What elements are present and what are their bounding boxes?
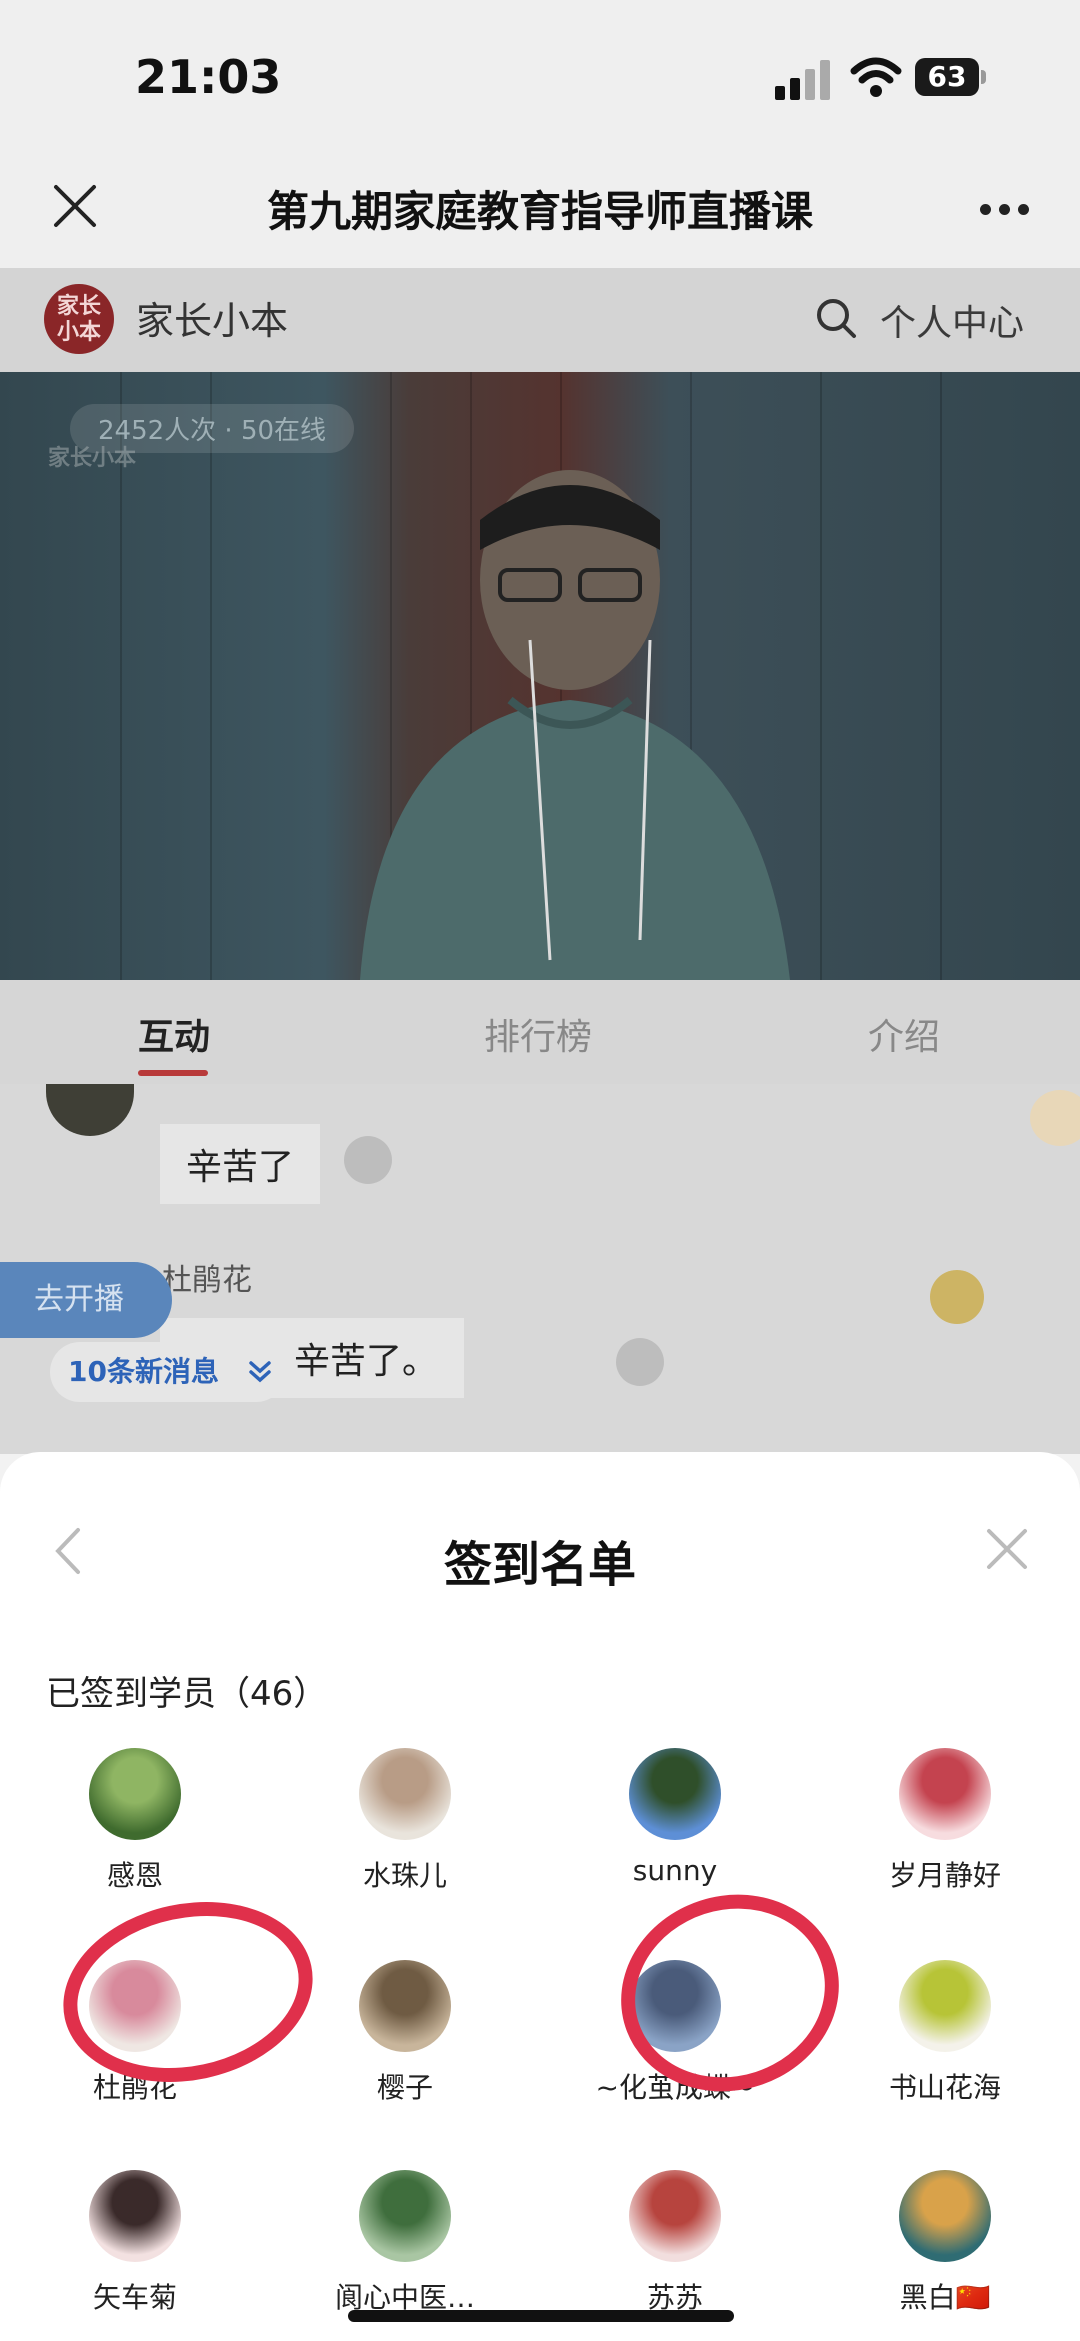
- sheet-title: 签到名单: [443, 1537, 636, 1593]
- avatar: [629, 2170, 721, 2262]
- avatar: [359, 1960, 451, 2052]
- presenter-figure: [360, 470, 790, 980]
- active-tab-indicator: [138, 1070, 208, 1076]
- member-item[interactable]: 水珠儿: [270, 1748, 540, 1894]
- avatar: [89, 1748, 181, 1840]
- signed-in-count-label: 已签到学员（46）: [46, 1674, 328, 1714]
- home-indicator: [348, 2310, 734, 2322]
- cellular-signal-icon: [775, 60, 830, 100]
- smiley-emoji-icon[interactable]: [930, 1270, 984, 1324]
- member-name: 书山花海: [888, 2071, 1001, 2104]
- search-icon[interactable]: [814, 296, 858, 340]
- member-item[interactable]: 矢车菊: [0, 2170, 270, 2316]
- double-chevron-down-icon: [249, 1361, 271, 1383]
- avatar: [899, 2170, 991, 2262]
- member-item[interactable]: 岁月静好: [810, 1748, 1080, 1894]
- member-name: 岁月静好: [888, 1859, 1001, 1892]
- bubble-more-icon[interactable]: [344, 1136, 392, 1184]
- app-logo: 家长 小本: [44, 284, 114, 354]
- tab-intro[interactable]: 介绍: [868, 1008, 940, 1060]
- app-name[interactable]: 家长小本: [136, 290, 288, 345]
- chat-username: 杜鹃花: [162, 1263, 252, 1298]
- video-watermark: 家长小本: [48, 446, 137, 471]
- avatar: [899, 1960, 991, 2052]
- member-name: 水珠儿: [362, 1859, 447, 1892]
- member-item[interactable]: 书山花海: [810, 1960, 1080, 2106]
- wifi-icon: [850, 57, 902, 97]
- new-messages-label: 10条新消息: [68, 1355, 219, 1388]
- more-options-icon[interactable]: [980, 204, 1030, 216]
- bubble-more-icon[interactable]: [616, 1338, 664, 1386]
- personal-center-link[interactable]: 个人中心: [880, 294, 1024, 346]
- member-name: 矢车菊: [92, 2281, 177, 2314]
- member-item[interactable]: 感恩: [0, 1748, 270, 1894]
- member-item[interactable]: 黑白🇨🇳: [810, 2170, 1080, 2316]
- chat-bubble: 辛苦了: [160, 1124, 321, 1204]
- battery-icon: 63: [915, 58, 987, 98]
- avatar: [629, 1748, 721, 1840]
- member-name: 樱子: [376, 2071, 433, 2104]
- member-item[interactable]: 阆心中医…: [270, 2170, 540, 2316]
- close-icon[interactable]: [986, 1528, 1028, 1570]
- go-live-button[interactable]: 去开播: [0, 1262, 172, 1338]
- tab-interact[interactable]: 互动: [138, 1008, 210, 1060]
- battery-level: 63: [927, 60, 967, 93]
- status-time: 21:03: [135, 50, 282, 104]
- avatar: [899, 1748, 991, 1840]
- avatar: [89, 2170, 181, 2262]
- avatar: [359, 1748, 451, 1840]
- member-name: 黑白🇨🇳: [899, 2281, 991, 2314]
- avatar: [359, 2170, 451, 2262]
- member-name: 感恩: [106, 1859, 163, 1892]
- page-title: 第九期家庭教育指导师直播课: [266, 187, 813, 236]
- member-item[interactable]: sunny: [540, 1748, 810, 1887]
- member-item[interactable]: 苏苏: [540, 2170, 810, 2316]
- tab-rank[interactable]: 排行榜: [484, 1008, 592, 1060]
- new-messages-button[interactable]: 10条新消息: [50, 1342, 286, 1402]
- member-name: sunny: [632, 1854, 718, 1887]
